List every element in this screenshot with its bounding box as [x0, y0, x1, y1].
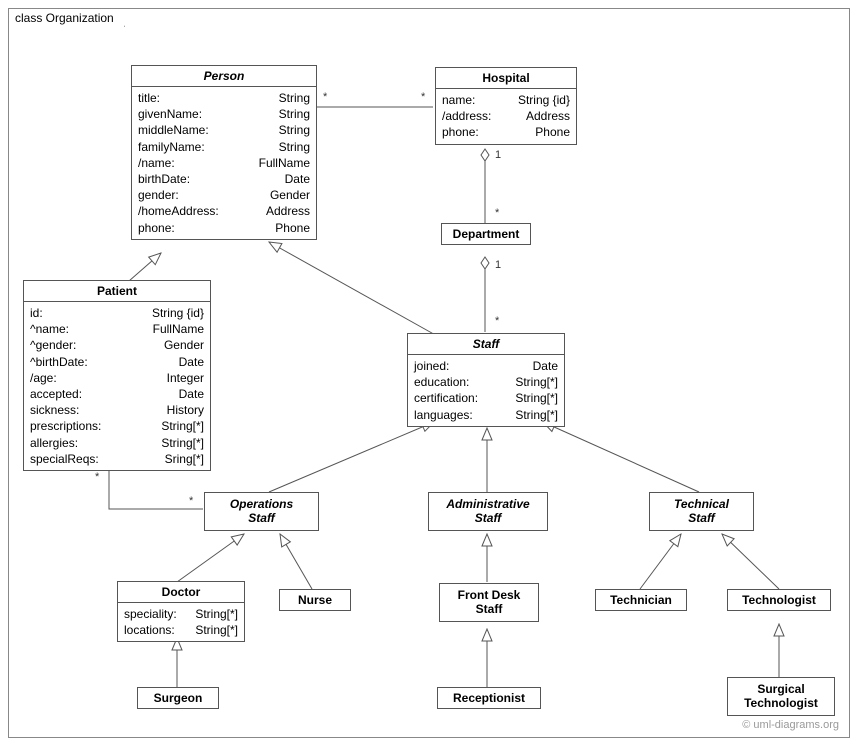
class-nurse-title: Nurse: [280, 590, 350, 610]
mult-dept-hospital: *: [495, 207, 499, 219]
class-receptionist: Receptionist: [437, 687, 541, 709]
mult-ops-patient: *: [189, 495, 193, 507]
class-surgical-technologist-title: Surgical Technologist: [728, 678, 834, 715]
class-operations-staff-title: Operations Staff: [205, 493, 318, 530]
class-administrative-staff: Administrative Staff: [428, 492, 548, 531]
mult-hospital-dept: 1: [495, 149, 501, 161]
mult-person-side: *: [323, 91, 327, 103]
mult-staff-dept: *: [495, 315, 499, 327]
class-person-body: title:String givenName:String middleName…: [132, 87, 316, 239]
class-technologist: Technologist: [727, 589, 831, 611]
class-patient-body: id:String {id} ^name:FullName ^gender:Ge…: [24, 302, 210, 470]
class-doctor: Doctor speciality:String[*] locations:St…: [117, 581, 245, 642]
mult-hospital-side: *: [421, 91, 425, 103]
class-doctor-body: speciality:String[*] locations:String[*]: [118, 603, 244, 641]
class-staff-title: Staff: [408, 334, 564, 355]
class-surgeon-title: Surgeon: [138, 688, 218, 708]
class-patient: Patient id:String {id} ^name:FullName ^g…: [23, 280, 211, 471]
class-receptionist-title: Receptionist: [438, 688, 540, 708]
mult-patient-ops: *: [95, 471, 99, 483]
class-doctor-title: Doctor: [118, 582, 244, 603]
class-operations-staff: Operations Staff: [204, 492, 319, 531]
class-technician: Technician: [595, 589, 687, 611]
class-front-desk-staff-title: Front Desk Staff: [440, 584, 538, 621]
class-hospital: Hospital name:String {id} /address:Addre…: [435, 67, 577, 145]
class-administrative-staff-title: Administrative Staff: [429, 493, 547, 530]
class-department-title: Department: [442, 224, 530, 244]
class-technician-title: Technician: [596, 590, 686, 610]
class-patient-title: Patient: [24, 281, 210, 302]
class-hospital-title: Hospital: [436, 68, 576, 89]
class-surgical-technologist: Surgical Technologist: [727, 677, 835, 716]
class-technical-staff: Technical Staff: [649, 492, 754, 531]
class-person: Person title:String givenName:String mid…: [131, 65, 317, 240]
class-hospital-body: name:String {id} /address:Address phone:…: [436, 89, 576, 144]
class-diagram-frame: class Organization: [8, 8, 850, 738]
class-staff: Staff joined:Date education:String[*] ce…: [407, 333, 565, 427]
copyright-text: © uml-diagrams.org: [742, 719, 839, 731]
frame-title-tab: class Organization: [8, 8, 125, 27]
class-front-desk-staff: Front Desk Staff: [439, 583, 539, 622]
class-surgeon: Surgeon: [137, 687, 219, 709]
class-nurse: Nurse: [279, 589, 351, 611]
class-technical-staff-title: Technical Staff: [650, 493, 753, 530]
class-technologist-title: Technologist: [728, 590, 830, 610]
class-staff-body: joined:Date education:String[*] certific…: [408, 355, 564, 426]
class-department: Department: [441, 223, 531, 245]
class-person-title: Person: [132, 66, 316, 87]
frame-title: class Organization: [15, 11, 114, 25]
mult-dept-staff: 1: [495, 259, 501, 271]
